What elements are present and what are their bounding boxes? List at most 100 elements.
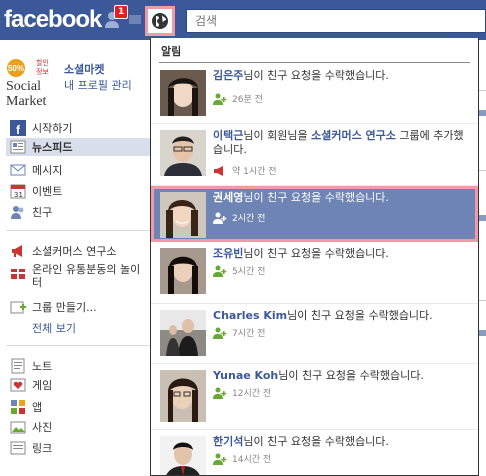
friends-icon	[11, 206, 24, 219]
user-name-link[interactable]: 한기석	[213, 435, 243, 448]
nav-item-messages[interactable]: 메시지	[10, 161, 150, 179]
events-icon: 31	[10, 184, 26, 199]
top-bar: facebook 1	[0, 0, 486, 40]
search-box[interactable]	[186, 9, 486, 33]
nav-label: 시작하기	[32, 122, 73, 135]
nav-label: 링크	[32, 442, 53, 455]
nav-item-events[interactable]: 31 이벤트	[10, 182, 150, 200]
notification-text: 조유빈님이 친구 요청을 수락했습니다.	[213, 247, 389, 260]
nav-item-games[interactable]: 게임	[10, 376, 150, 394]
strip-divider	[478, 170, 486, 171]
notification-item[interactable]: Charles Kim님이 친구 요청을 수락했습니다. 7시간 전	[151, 304, 478, 364]
notification-text: 이택근님이 회원님을 소셜커머스 연구소 그룹에 추가했습니다.	[213, 129, 464, 156]
friend-icon	[213, 93, 227, 105]
strip-text-fragment	[479, 110, 486, 116]
notification-time: 2시간 전	[232, 214, 266, 224]
notification-item[interactable]: Yunae Koh님이 친구 요청을 수락했습니다. 12시간 전	[151, 364, 478, 430]
notification-time: 7시간 전	[232, 329, 266, 339]
user-avatar	[160, 310, 206, 356]
nav-label: 사진	[32, 421, 53, 434]
messages-jewel-icon[interactable]	[127, 10, 147, 30]
user-name-link[interactable]: Yunae Koh	[213, 369, 278, 382]
nav-divider	[6, 345, 150, 346]
nav-label: 이벤트	[32, 185, 63, 198]
notification-time: 26분 전	[232, 95, 263, 105]
nav-item-social-commerce-lab[interactable]: 소셜커머스 연구소	[10, 242, 150, 260]
svg-text:50%: 50%	[8, 64, 24, 73]
nav-label: 온라인 유통분동의 놀이터	[32, 263, 141, 289]
nav-label: 노트	[32, 360, 53, 373]
notification-item[interactable]: 한기석님이 친구 요청을 수락했습니다. 14시간 전	[151, 430, 478, 475]
nav-item-photos[interactable]: 사진	[10, 418, 150, 436]
nav-label: 소셜커머스 연구소	[32, 245, 117, 258]
notification-meta: 26분 전	[213, 92, 263, 105]
user-avatar	[160, 370, 206, 422]
svg-text:정보: 정보	[36, 67, 49, 76]
messages-icon	[10, 164, 26, 176]
megaphone-icon	[214, 165, 223, 176]
strip-divider	[478, 90, 486, 91]
notification-meta: 14시간 전	[213, 452, 271, 465]
notification-item[interactable]: 김은주님이 친구 요청을 수락했습니다. 26분 전	[151, 64, 478, 124]
apps-icon	[11, 400, 25, 414]
edit-profile-link[interactable]: 내 프로필 관리	[64, 77, 132, 93]
see-all-link[interactable]: 전체 보기	[32, 320, 76, 336]
nav-label: 앱	[32, 401, 43, 414]
user-name-link[interactable]: Charles Kim	[213, 309, 287, 322]
nav-item-apps[interactable]: 앱	[10, 398, 150, 416]
friend-icon	[213, 327, 227, 339]
nav-label: 뉴스피드	[32, 141, 73, 154]
nav-label: 메시지	[32, 164, 63, 177]
group-name-link[interactable]: 소셜커머스 연구소	[311, 129, 396, 142]
strip-text-fragment	[479, 215, 486, 221]
notification-item-highlighted[interactable]: 권세영님이 친구 요청을 수락했습니다. 2시간 전	[151, 186, 478, 242]
friend-icon	[213, 387, 227, 399]
notification-item[interactable]: 조유빈님이 친구 요청을 수락했습니다. 5시간 전	[151, 242, 478, 304]
nav-item-create-group[interactable]: 그룹 만들기...	[10, 298, 150, 316]
search-input[interactable]	[187, 10, 486, 32]
nav-item-news-feed[interactable]: 뉴스피드	[6, 138, 150, 156]
strip-text-fragment	[479, 330, 486, 336]
facebook-logo[interactable]: facebook	[4, 6, 102, 34]
notification-meta: 5시간 전	[213, 264, 265, 277]
user-name-link[interactable]: 권세영	[213, 191, 243, 204]
page-background-strip	[478, 40, 486, 476]
user-avatar	[160, 248, 206, 294]
user-name-link[interactable]: 조유빈	[213, 247, 243, 260]
notification-meta: 12시간 전	[213, 386, 271, 399]
user-avatar	[160, 192, 206, 238]
notifications-jewel-button[interactable]	[145, 6, 175, 36]
notification-text: 권세영님이 친구 요청을 수락했습니다.	[213, 191, 389, 204]
notifications-title: 알림	[161, 45, 182, 58]
nav-item-links[interactable]: 링크	[10, 439, 150, 457]
nav-divider	[6, 230, 150, 231]
user-avatar	[160, 70, 206, 116]
profile-name[interactable]: 소셜마켓	[64, 61, 104, 77]
notification-time: 5시간 전	[232, 267, 266, 277]
nav-item-get-started[interactable]: f 시작하기	[10, 119, 150, 137]
nav-label: 게임	[32, 379, 53, 392]
user-name-link[interactable]: 이택근	[213, 129, 243, 142]
games-icon	[10, 378, 26, 392]
nav-item-notes[interactable]: 노트	[10, 357, 150, 375]
globe-icon	[152, 13, 168, 29]
notification-time: 12시간 전	[232, 389, 272, 399]
notification-item[interactable]: 이택근님이 회원님을 소셜커머스 연구소 그룹에 추가했습니다. 약 1시간 전	[151, 124, 478, 186]
user-avatar	[160, 130, 206, 176]
notification-meta: 약 1시간 전	[213, 164, 277, 177]
friend-icon	[213, 265, 227, 277]
nav-item-online-distribution-group[interactable]: 온라인 유통분동의 놀이터	[10, 263, 150, 293]
nav-item-friends[interactable]: 친구	[10, 203, 150, 221]
notification-text: 김은주님이 친구 요청을 수락했습니다.	[213, 69, 389, 82]
facebook-icon: f	[10, 120, 26, 136]
user-avatar	[160, 436, 206, 475]
user-name-link[interactable]: 김은주	[213, 69, 243, 82]
svg-text:할인: 할인	[36, 58, 49, 67]
friend-icon	[213, 453, 227, 465]
nav-label: 친구	[32, 206, 53, 219]
svg-text:Market: Market	[6, 94, 47, 107]
nav-label: 그룹 만들기...	[32, 301, 97, 314]
gift-icon	[11, 269, 25, 279]
social-market-logo[interactable]: 50% 할인 정보 Social Market	[6, 57, 56, 107]
notification-text: 한기석님이 친구 요청을 수락했습니다.	[213, 435, 389, 448]
